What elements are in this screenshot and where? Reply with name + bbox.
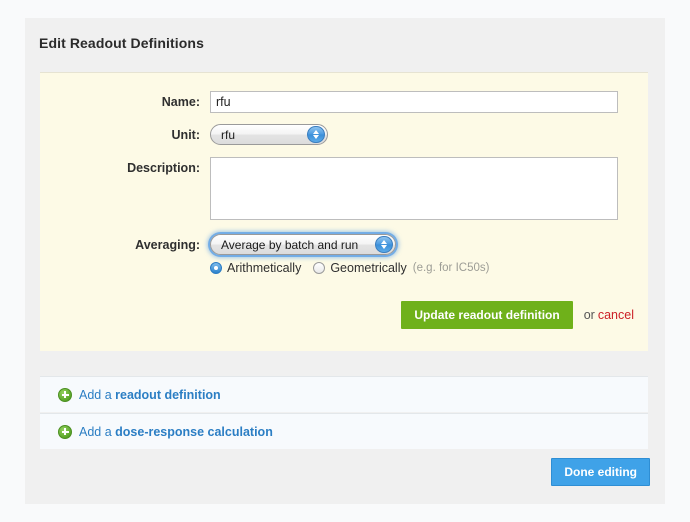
- unit-control: rfu: [210, 124, 648, 145]
- add-dose-response-prefix: Add a: [79, 424, 116, 439]
- chevron-updown-icon: [307, 126, 325, 143]
- done-editing-button[interactable]: Done editing: [551, 458, 650, 486]
- add-readout-prefix: Add a: [79, 387, 116, 402]
- averaging-control: Average by batch and run Arithmetically …: [210, 234, 648, 275]
- panel-footer: Done editing: [40, 458, 650, 486]
- page-title: Edit Readout Definitions: [39, 35, 204, 51]
- description-control: [210, 157, 648, 223]
- chevron-updown-icon: [375, 236, 393, 253]
- radio-indicator-geometrically: [313, 262, 326, 274]
- name-input[interactable]: [210, 91, 618, 113]
- edit-readout-definitions-panel: Edit Readout Definitions Name: Unit: rfu: [25, 18, 665, 504]
- radio-option-geometrically[interactable]: Geometrically: [313, 261, 407, 275]
- field-row-name: Name:: [40, 91, 648, 113]
- description-textarea[interactable]: [210, 157, 618, 220]
- form-actions: Update readout definition or cancel: [40, 301, 648, 329]
- field-row-unit: Unit: rfu: [40, 124, 648, 146]
- add-dose-response-calculation-row[interactable]: Add a dose-response calculation: [40, 413, 648, 449]
- name-label: Name:: [161, 95, 200, 109]
- add-readout-noun: readout definition: [115, 387, 221, 402]
- unit-label: Unit:: [171, 128, 200, 142]
- field-row-averaging: Averaging: Average by batch and run Arit…: [40, 234, 648, 275]
- averaging-label: Averaging:: [135, 238, 200, 252]
- plus-circle-icon: [58, 424, 72, 439]
- page-root: Edit Readout Definitions Name: Unit: rfu: [0, 0, 690, 522]
- readout-definition-form: Name: Unit: rfu Description:: [40, 72, 648, 351]
- unit-select[interactable]: rfu: [210, 124, 328, 145]
- radio-label-geometrically: Geometrically: [330, 261, 407, 275]
- add-readout-definition-row[interactable]: Add a readout definition: [40, 376, 648, 412]
- plus-circle-icon: [58, 387, 72, 402]
- add-dose-response-noun: dose-response calculation: [115, 424, 273, 439]
- update-readout-definition-button[interactable]: Update readout definition: [401, 301, 573, 329]
- description-label: Description:: [127, 161, 200, 175]
- name-control: [210, 91, 648, 113]
- field-row-description: Description:: [40, 157, 648, 223]
- averaging-select[interactable]: Average by batch and run: [210, 234, 396, 255]
- add-readout-definition-label: Add a readout definition: [79, 388, 221, 402]
- radio-indicator-arithmetically: [210, 262, 222, 274]
- add-dose-response-label: Add a dose-response calculation: [79, 425, 273, 439]
- radio-option-arithmetically[interactable]: Arithmetically: [210, 261, 301, 275]
- radio-label-arithmetically: Arithmetically: [227, 261, 302, 275]
- or-text: or: [583, 308, 595, 322]
- cancel-link[interactable]: cancel: [598, 308, 634, 322]
- averaging-mode-radio-group: Arithmetically Geometrically (e.g. for I…: [210, 261, 648, 275]
- averaging-select-value: Average by batch and run: [221, 238, 359, 252]
- averaging-hint: (e.g. for IC50s): [412, 262, 490, 274]
